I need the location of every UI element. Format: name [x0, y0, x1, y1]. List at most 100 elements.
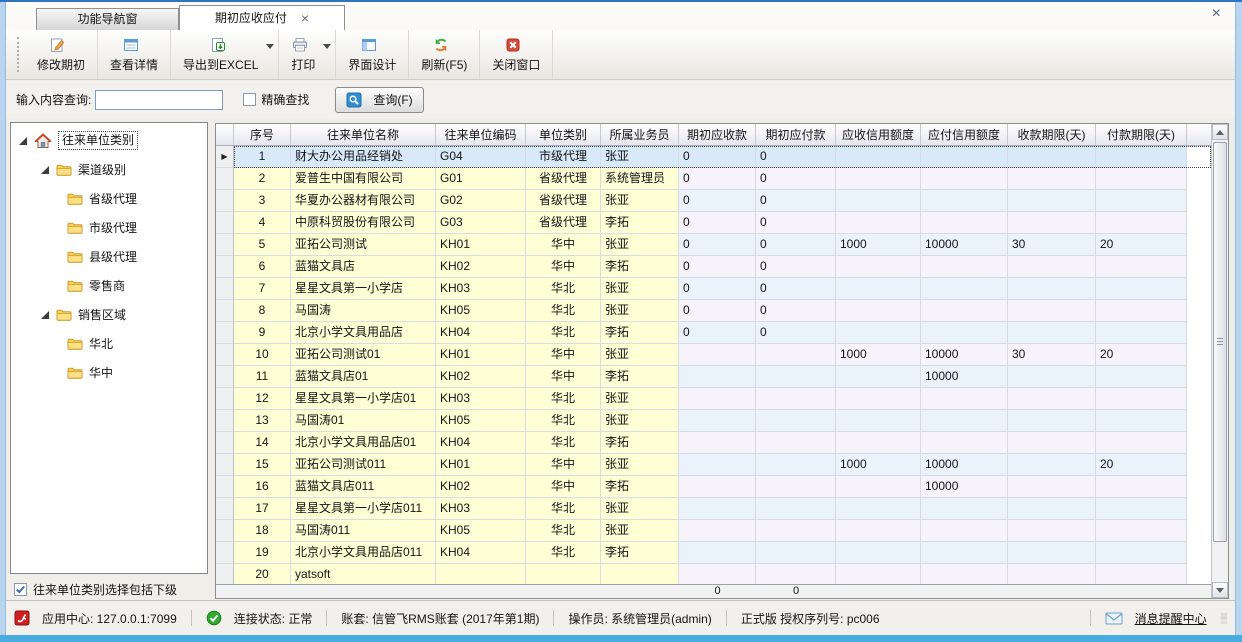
table-row[interactable]: 10亚拓公司测试01KH01华中张亚1000100003020: [216, 344, 1211, 366]
table-row[interactable]: 16蓝猫文具店011KH02华中李拓10000: [216, 476, 1211, 498]
cell: [836, 520, 921, 542]
table-row[interactable]: ▶1财大办公用品经销处G04市级代理张亚00: [216, 146, 1211, 168]
table-row[interactable]: 2爱普生中国有限公司G01省级代理系统管理员00: [216, 168, 1211, 190]
toolbar-button-excel-export[interactable]: 导出到EXCEL: [171, 30, 279, 79]
table-row[interactable]: 3华夏办公器材有限公司G02省级代理张亚00: [216, 190, 1211, 212]
column-header-9[interactable]: 收款期限(天): [1008, 124, 1096, 145]
table-row[interactable]: 5亚拓公司测试KH01华中张亚001000100003020: [216, 234, 1211, 256]
expander-icon[interactable]: [19, 137, 27, 145]
tree-node-leaf-1-1[interactable]: 华中: [11, 358, 207, 387]
table-row[interactable]: 7星星文具第一小学店KH03华北张亚00: [216, 278, 1211, 300]
dropdown-arrow-icon[interactable]: [266, 44, 274, 49]
cell: G03: [436, 212, 526, 234]
message-center-link[interactable]: 消息提醒中心: [1105, 610, 1207, 627]
row-cells: 1财大办公用品经销处G04市级代理张亚00: [234, 146, 1211, 168]
cell: 李拓: [601, 256, 679, 278]
details-icon: [123, 37, 139, 53]
column-header-8[interactable]: 应付信用额度: [921, 124, 1008, 145]
resize-grip[interactable]: ▒: [1221, 613, 1228, 623]
cell: 10000: [921, 234, 1008, 256]
cell: 0: [679, 256, 756, 278]
table-row[interactable]: 14北京小学文具用品店01KH04华北李拓: [216, 432, 1211, 454]
table-row[interactable]: 17星星文具第一小学店011KH03华北张亚: [216, 498, 1211, 520]
table-row[interactable]: 9北京小学文具用品店KH04华北李拓00: [216, 322, 1211, 344]
table-row[interactable]: 11蓝猫文具店01KH02华中李拓10000: [216, 366, 1211, 388]
column-header-3[interactable]: 单位类别: [526, 124, 601, 145]
cell: [921, 212, 1008, 234]
include-sub-option[interactable]: 往来单位类别选择包括下级: [14, 581, 177, 598]
cell: 华北: [526, 432, 601, 454]
scrollbar-down-icon[interactable]: [1212, 582, 1228, 598]
column-header-6[interactable]: 期初应付款: [756, 124, 836, 145]
cell: KH03: [436, 498, 526, 520]
cell: KH04: [436, 432, 526, 454]
column-header-2[interactable]: 往来单位编码: [436, 124, 526, 145]
status-items: 应用中心: 127.0.0.1:7099连接状态: 正常账套: 信管飞RMS账套…: [14, 610, 880, 627]
cell: 北京小学文具用品店01: [291, 432, 436, 454]
cell: 20: [234, 564, 291, 586]
table-row[interactable]: 8马国涛KH05华北张亚00: [216, 300, 1211, 322]
tree-node-leaf-1-0[interactable]: 华北: [11, 329, 207, 358]
cell: [921, 388, 1008, 410]
cell: 0: [679, 146, 756, 168]
toolbar-button-details[interactable]: 查看详情: [98, 30, 171, 79]
scrollbar-up-icon[interactable]: [1212, 124, 1228, 140]
tab-function-navigation[interactable]: 功能导航窗: [36, 8, 179, 30]
row-marker: [216, 168, 234, 190]
table-row[interactable]: 12星星文具第一小学店01KH03华北张亚: [216, 388, 1211, 410]
close-icon[interactable]: ×: [1212, 5, 1221, 23]
toolbar-button-close-window[interactable]: 关闭窗口: [480, 30, 553, 79]
cell: 蓝猫文具店011: [291, 476, 436, 498]
table-row[interactable]: 15亚拓公司测试011KH01华中张亚10001000020: [216, 454, 1211, 476]
scrollbar-thumb[interactable]: [1213, 142, 1227, 542]
row-cells: 14北京小学文具用品店01KH04华北李拓: [234, 432, 1211, 454]
cell: 李拓: [601, 366, 679, 388]
include-sub-checkbox[interactable]: [14, 583, 27, 596]
column-header-1[interactable]: 往来单位名称: [291, 124, 436, 145]
column-header-0[interactable]: 序号: [234, 124, 291, 145]
dropdown-arrow-icon[interactable]: [323, 44, 331, 49]
exact-match-option[interactable]: 精确查找: [243, 91, 309, 108]
row-marker: [216, 542, 234, 564]
toolbar-drag-handle[interactable]: [17, 37, 20, 72]
table-row[interactable]: 18马国涛011KH05华北张亚: [216, 520, 1211, 542]
vertical-scrollbar[interactable]: [1211, 124, 1228, 598]
app-center-icon: [14, 610, 30, 626]
tree-node-label: 华中: [89, 364, 113, 381]
expander-icon[interactable]: [41, 311, 49, 319]
exact-match-checkbox[interactable]: [243, 93, 256, 106]
table-row[interactable]: 4中原科贸股份有限公司G03省级代理李拓00: [216, 212, 1211, 234]
tree-node-leaf-0-2[interactable]: 县级代理: [11, 242, 207, 271]
toolbar-button-edit[interactable]: 修改期初: [25, 30, 98, 79]
column-header-7[interactable]: 应收信用额度: [836, 124, 921, 145]
toolbar-button-print[interactable]: 打印: [279, 30, 336, 79]
table-row[interactable]: 13马国涛01KH05华北张亚: [216, 410, 1211, 432]
tab-close-icon[interactable]: ×: [301, 11, 309, 25]
cell: [1008, 388, 1096, 410]
search-input[interactable]: [95, 90, 223, 110]
expander-icon[interactable]: [41, 166, 49, 174]
column-header-5[interactable]: 期初应收款: [679, 124, 756, 145]
row-marker: [216, 432, 234, 454]
tree-node-group-0[interactable]: 渠道级别: [11, 155, 207, 184]
query-button[interactable]: 查询(F): [335, 87, 423, 113]
toolbar-button-refresh[interactable]: 刷新(F5): [409, 30, 480, 79]
cell: 0: [679, 300, 756, 322]
row-filler: [1187, 432, 1211, 454]
column-header-10[interactable]: 付款期限(天): [1096, 124, 1187, 145]
cell: 华北: [526, 300, 601, 322]
toolbar-button-ui-design[interactable]: 界面设计: [336, 30, 409, 79]
table-row[interactable]: 19北京小学文具用品店011KH04华北李拓: [216, 542, 1211, 564]
tree-node-leaf-0-1[interactable]: 市级代理: [11, 213, 207, 242]
row-filler: [1187, 388, 1211, 410]
tree-node-group-1[interactable]: 销售区域: [11, 300, 207, 329]
tree-node-root[interactable]: 往来单位类别: [11, 126, 207, 155]
table-row[interactable]: 20yatsoft: [216, 564, 1211, 586]
cell: [756, 388, 836, 410]
row-filler: [1187, 344, 1211, 366]
column-header-4[interactable]: 所属业务员: [601, 124, 679, 145]
tab-initial-receivables-payables[interactable]: 期初应收应付 ×: [179, 5, 345, 30]
tree-node-leaf-0-3[interactable]: 零售商: [11, 271, 207, 300]
table-row[interactable]: 6蓝猫文具店KH02华中李拓00: [216, 256, 1211, 278]
tree-node-leaf-0-0[interactable]: 省级代理: [11, 184, 207, 213]
